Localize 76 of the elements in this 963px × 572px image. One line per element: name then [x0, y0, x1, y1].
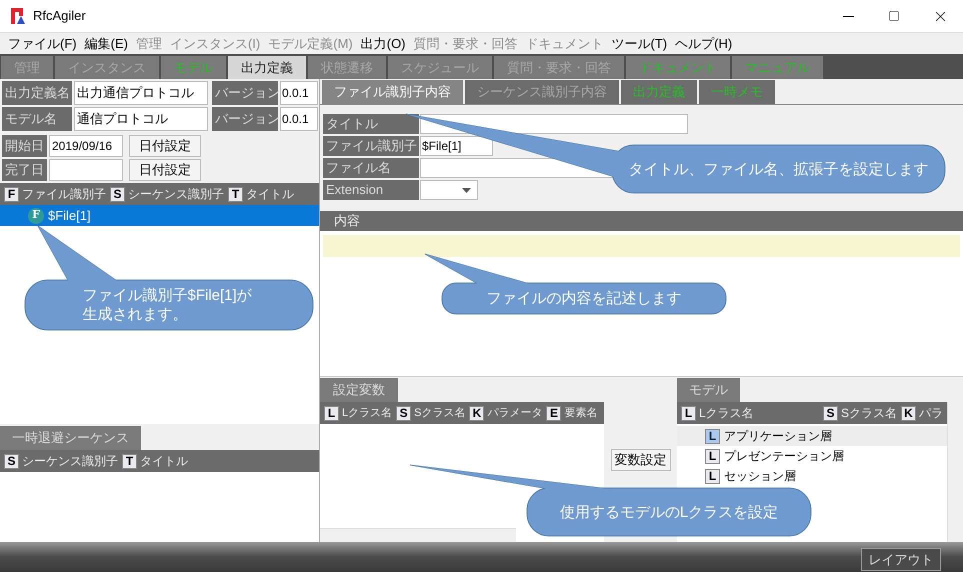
date-set-button[interactable]: 日付設定	[129, 135, 201, 157]
column-header[interactable]: Lクラス名	[699, 404, 754, 422]
panel-tab[interactable]: 設定変数	[320, 378, 398, 402]
letter-icon: L	[705, 468, 720, 484]
letter-icon: S	[110, 186, 125, 202]
field-label: 開始日	[2, 135, 47, 157]
date-field[interactable]	[49, 159, 123, 181]
name-field[interactable]: 通信プロトコル	[74, 107, 208, 131]
text-field[interactable]: $File[1]	[420, 136, 493, 156]
horizontal-scrollbar[interactable]	[320, 528, 516, 542]
field-label: タイトル	[323, 114, 419, 134]
version-field[interactable]: 0.0.1	[280, 107, 318, 131]
column-header[interactable]: パラメータ	[487, 404, 542, 422]
field-label: 完了日	[2, 159, 47, 181]
letter-icon: S	[822, 406, 838, 420]
section-title: 内容	[334, 212, 360, 230]
column-header[interactable]: Sクラス名	[840, 404, 897, 422]
field-label: Extension	[323, 180, 419, 200]
letter-icon: T	[228, 186, 243, 202]
column-header[interactable]: Sクラス名	[414, 404, 466, 422]
field-label: モデル名	[2, 107, 72, 131]
field-label: 出力定義名	[2, 81, 72, 105]
menu-item[interactable]: ツール(T)	[608, 34, 672, 54]
callout-text: 使用するモデルのLクラスを設定	[560, 502, 778, 522]
menu-item[interactable]: 出力(O)	[356, 34, 410, 54]
letter-icon: F	[4, 186, 19, 202]
column-header[interactable]: ファイル識別子	[22, 185, 106, 203]
name-field[interactable]: 出力通信プロトコル	[74, 81, 208, 105]
model-row-label: プレゼンテーション層	[724, 448, 844, 465]
model-row[interactable]: L アプリケーション層	[677, 426, 947, 446]
model-row-label: アプリケーション層	[724, 428, 832, 445]
letter-icon: K	[469, 406, 484, 420]
letter-icon: L	[681, 406, 696, 420]
column-header[interactable]: パラ	[919, 404, 943, 422]
date-field[interactable]: 2019/09/16	[49, 135, 123, 157]
set-variable-button[interactable]: 変数設定	[610, 448, 670, 470]
column-header[interactable]: 要素名	[564, 404, 598, 422]
model-row-label: セッション層	[724, 468, 796, 485]
callout-text: ファイル識別子$File[1]が生成されます。	[82, 286, 253, 324]
column-header[interactable]: Lクラス名	[342, 404, 392, 422]
main-tab[interactable]: 出力定義	[228, 56, 306, 79]
caret-icon	[462, 188, 471, 192]
app-logo-icon	[11, 8, 25, 24]
menu-item[interactable]: 編集(E)	[80, 34, 132, 54]
date-set-button[interactable]: 日付設定	[129, 159, 201, 181]
letter-icon: S	[396, 406, 412, 420]
file-badge-icon: F	[28, 208, 44, 224]
letter-icon: L	[324, 406, 339, 420]
callout-text: ファイルの内容を記述します	[486, 289, 682, 308]
panel-tab[interactable]: 一時退避シーケンス	[0, 426, 141, 450]
layout-button[interactable]: レイアウト	[861, 548, 941, 571]
menu-item[interactable]: ファイル(F)	[4, 34, 81, 54]
letter-icon: L	[705, 448, 720, 464]
column-header[interactable]: シーケンス識別子	[128, 185, 224, 203]
panel-tab[interactable]: モデル	[677, 378, 740, 402]
content-editor[interactable]	[320, 231, 963, 376]
extension-dropdown[interactable]	[420, 180, 478, 200]
maximize-icon	[888, 10, 900, 22]
letter-icon: E	[546, 406, 562, 420]
menu-item[interactable]: ヘルプ(H)	[671, 34, 736, 54]
letter-icon: K	[901, 406, 916, 420]
column-header[interactable]: シーケンス識別子	[22, 452, 118, 470]
field-label: ファイル識別子	[323, 136, 419, 156]
letter-icon: S	[4, 454, 19, 468]
window-title: RfcAgiler	[33, 7, 86, 26]
field-label: ファイル名	[323, 158, 419, 178]
text-field[interactable]	[420, 114, 688, 134]
content-tab[interactable]: ファイル識別子内容	[322, 80, 463, 104]
tree-item-label: $File[1]	[48, 206, 91, 225]
letter-icon: T	[122, 454, 137, 468]
version-field[interactable]: 0.0.1	[280, 81, 318, 105]
callout-text: タイトル、ファイル名、拡張子を設定します	[628, 160, 928, 178]
tree-item[interactable]: F $File[1]	[0, 205, 319, 226]
letter-icon: L	[705, 428, 720, 444]
column-header[interactable]: タイトル	[140, 452, 188, 470]
column-header[interactable]: タイトル	[246, 185, 294, 203]
